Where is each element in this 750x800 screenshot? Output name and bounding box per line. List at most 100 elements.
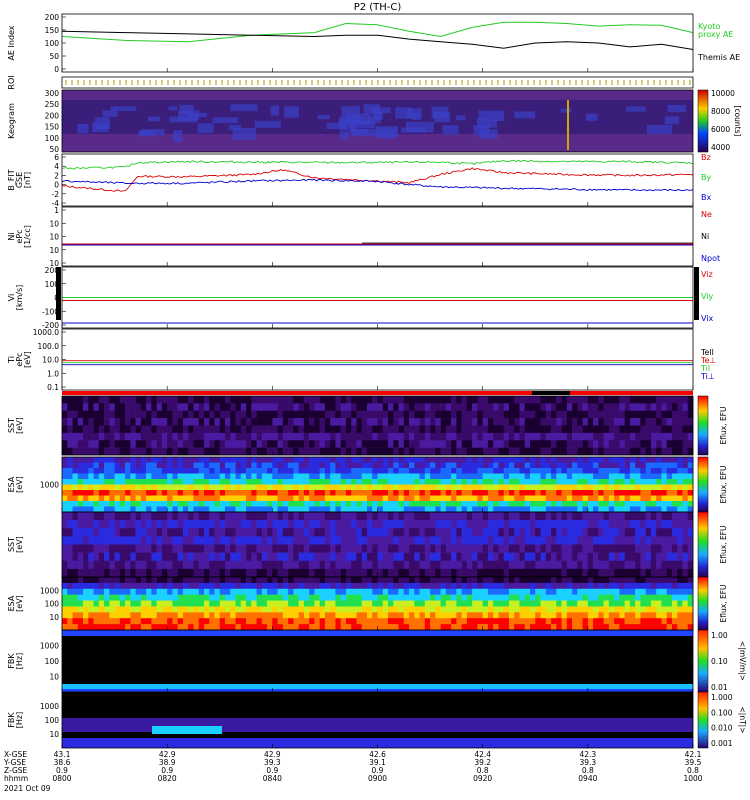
- esa-e-cell: [167, 582, 173, 590]
- sst-i-cell: [403, 447, 410, 456]
- sst-e-cell: [535, 560, 541, 570]
- sst-e-cell: [209, 536, 215, 545]
- sst-i-cell: [409, 447, 415, 456]
- esa-i-cell: [209, 506, 215, 513]
- sst-i-cell: [598, 425, 604, 434]
- esa-i-cell: [545, 490, 552, 496]
- esa-i-cell: [225, 479, 231, 485]
- esa-e-cell: [461, 612, 468, 619]
- esa-e-cell: [508, 618, 515, 625]
- esa-i-cell: [288, 495, 294, 502]
- sst-i-cell: [240, 447, 247, 456]
- sst-e-cell: [661, 520, 668, 529]
- esa-e-cell: [545, 600, 552, 607]
- esa-e-cell: [130, 600, 136, 607]
- esa-i-cell: [445, 462, 452, 469]
- sst-i-cell: [445, 440, 452, 448]
- sst-i-cell: [398, 432, 405, 441]
- sst-i-cell: [335, 447, 341, 456]
- sst-e-cell: [382, 536, 389, 545]
- esa-i-cell: [598, 501, 604, 507]
- esa-i-cell: [345, 495, 352, 502]
- sst-e-cell: [687, 552, 694, 562]
- sst-e-cell: [508, 560, 515, 570]
- sst-e-cell: [677, 512, 683, 521]
- sst-i-cell: [261, 447, 268, 456]
- sst-e-cell: [67, 528, 73, 537]
- keogram-blob: [395, 107, 412, 119]
- sst-i-cell: [172, 410, 178, 419]
- sst-e-cell: [419, 568, 426, 578]
- esa-e-cell: [619, 600, 625, 607]
- esa-e-cell: [235, 577, 242, 584]
- sst-e-cell: [182, 568, 189, 578]
- esa-i-cell: [104, 473, 110, 480]
- b-series-1: [61, 159, 693, 170]
- esa-i-cell: [582, 473, 589, 480]
- esa-e-cell: [393, 588, 399, 595]
- esa-e-cell: [261, 606, 268, 613]
- sst-i-cell: [93, 425, 100, 434]
- esa-e-cell: [114, 577, 121, 584]
- sst-e-cell: [130, 512, 136, 521]
- esa-i-cell: [272, 457, 278, 463]
- sst-e-cell: [135, 560, 142, 570]
- esa-i-cell: [140, 457, 147, 463]
- esa-e-cell: [582, 582, 589, 590]
- sst-i-cell: [93, 447, 100, 456]
- sst-e-cell: [477, 536, 483, 545]
- esa-i-cell: [140, 462, 147, 469]
- esa-i-cell: [314, 495, 320, 502]
- sst-i-cell: [109, 447, 115, 456]
- esa-e-cell: [687, 594, 694, 601]
- sst-e-cell: [277, 560, 284, 570]
- esa-i-cell: [293, 495, 299, 502]
- sst-i-cell: [361, 432, 368, 441]
- sst-e-cell: [256, 552, 263, 562]
- esa-i-cell: [624, 479, 631, 485]
- esa-i-cell: [498, 501, 504, 507]
- sst-e-cell: [151, 512, 157, 521]
- esa-i-cell: [598, 473, 604, 480]
- esa-i-cell: [340, 484, 347, 491]
- esa-i-cell: [650, 468, 657, 474]
- sst-i-cell: [435, 425, 441, 434]
- esa-e-cell: [193, 600, 200, 607]
- sst-i-cell: [456, 410, 462, 419]
- sst-e-cell: [640, 528, 646, 537]
- sst-e-cell: [77, 536, 84, 545]
- esa-i-cell: [508, 495, 515, 502]
- esa-i-cell: [424, 484, 431, 491]
- esa-e-cell: [172, 594, 178, 601]
- sst-i-cell: [614, 418, 620, 426]
- esa-e-cell: [366, 594, 373, 601]
- esa-e-cell: [614, 600, 620, 607]
- sst-i-cell: [503, 396, 510, 404]
- sst-i-cell: [93, 410, 100, 419]
- sst-i-cell: [177, 425, 184, 434]
- esa-i-cell: [682, 506, 689, 513]
- esa-e-cell: [372, 577, 378, 584]
- esa-e-cell: [361, 577, 368, 584]
- esa-i-cell: [214, 473, 221, 480]
- esa-i-cell: [682, 468, 689, 474]
- sst-e-cell: [361, 560, 368, 570]
- esa-i-cell: [188, 501, 194, 507]
- esa-e-cell: [535, 600, 541, 607]
- sst-i-cell: [424, 425, 431, 434]
- sst-i-cell: [351, 410, 357, 419]
- esa-e-cell: [146, 618, 152, 625]
- sst-e-cell: [671, 520, 678, 529]
- esa-i-cell: [140, 484, 147, 491]
- sst-i-cell: [319, 396, 326, 404]
- sst-i-cell: [261, 440, 268, 448]
- sst-e-cell: [167, 552, 173, 562]
- sst-i-cell: [656, 410, 662, 419]
- sst-i-cell: [130, 447, 136, 456]
- sst-i-cell: [156, 396, 163, 404]
- esa-i-cell: [461, 457, 468, 463]
- esa-e-cell: [140, 606, 147, 613]
- esa-i-cell: [335, 479, 341, 485]
- sst-i-cell: [566, 410, 573, 419]
- sst-i-cell: [198, 425, 205, 434]
